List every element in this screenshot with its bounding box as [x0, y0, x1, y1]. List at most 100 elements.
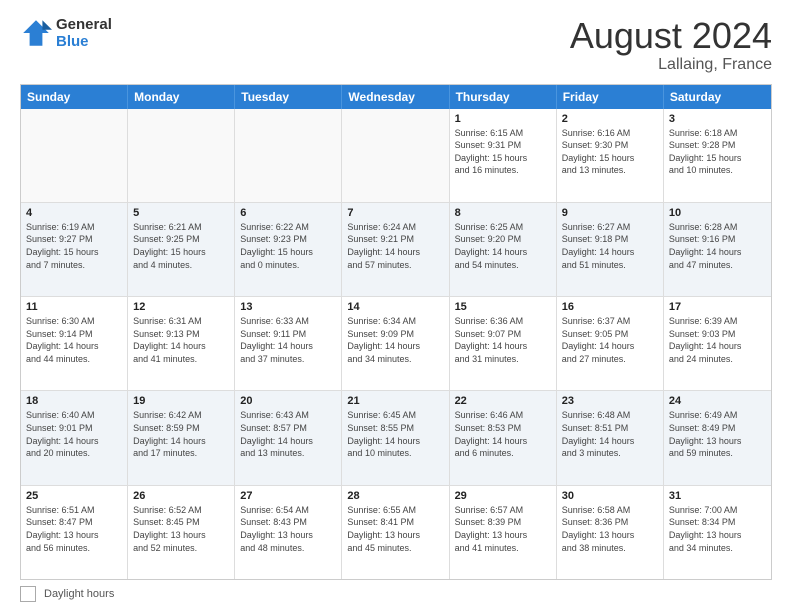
day-cell-10: 10 Sunrise: 6:28 AM Sunset: 9:16 PM Dayli…	[664, 203, 771, 296]
day-number: 26	[133, 490, 229, 502]
day-cell-1: 1Sunrise: 6:15 AM Sunset: 9:31 PM Daylig…	[450, 109, 557, 202]
day-info: Sunrise: 6:27 AM Sunset: 9:18 PM Dayligh…	[562, 221, 658, 271]
day-cell-17: 17Sunrise: 6:39 AM Sunset: 9:03 PM Dayli…	[664, 297, 771, 390]
day-number: 7	[347, 207, 443, 219]
day-info: Sunrise: 6:37 AM Sunset: 9:05 PM Dayligh…	[562, 315, 658, 365]
day-number: 9	[562, 207, 658, 219]
day-info: Sunrise: 6:19 AM Sunset: 9:27 PM Dayligh…	[26, 221, 122, 271]
day-info: Sunrise: 6:49 AM Sunset: 8:49 PM Dayligh…	[669, 409, 766, 459]
day-number: 6	[240, 207, 336, 219]
day-info: Sunrise: 6:34 AM Sunset: 9:09 PM Dayligh…	[347, 315, 443, 365]
logo-icon	[20, 17, 52, 49]
day-number: 14	[347, 301, 443, 313]
day-number: 29	[455, 490, 551, 502]
day-number: 12	[133, 301, 229, 313]
day-cell-30: 30 Sunrise: 6:58 AM Sunset: 8:36 PM Dayli…	[557, 486, 664, 579]
day-number: 13	[240, 301, 336, 313]
day-info: Sunrise: 6:58 AM Sunset: 8:36 PM Dayligh…	[562, 504, 658, 554]
calendar-body: 1Sunrise: 6:15 AM Sunset: 9:31 PM Daylig…	[21, 109, 771, 579]
day-cell-4: 4 Sunrise: 6:19 AM Sunset: 9:27 PM Daylig…	[21, 203, 128, 296]
day-number: 19	[133, 395, 229, 407]
day-cell-7: 7 Sunrise: 6:24 AM Sunset: 9:21 PM Daylig…	[342, 203, 449, 296]
logo-text: General Blue	[56, 16, 112, 50]
calendar: SundayMondayTuesdayWednesdayThursdayFrid…	[20, 84, 772, 580]
day-info: Sunrise: 6:31 AM Sunset: 9:13 PM Dayligh…	[133, 315, 229, 365]
day-cell-22: 22 Sunrise: 6:46 AM Sunset: 8:53 PM Dayli…	[450, 391, 557, 484]
calendar-header: SundayMondayTuesdayWednesdayThursdayFrid…	[21, 85, 771, 109]
day-number: 27	[240, 490, 336, 502]
day-info: Sunrise: 6:33 AM Sunset: 9:11 PM Dayligh…	[240, 315, 336, 365]
day-number: 18	[26, 395, 122, 407]
day-info: Sunrise: 6:52 AM Sunset: 8:45 PM Dayligh…	[133, 504, 229, 554]
day-number: 20	[240, 395, 336, 407]
day-number: 23	[562, 395, 658, 407]
header: General Blue August 2024 Lallaing, Franc…	[20, 16, 772, 74]
day-info: Sunrise: 6:51 AM Sunset: 8:47 PM Dayligh…	[26, 504, 122, 554]
week-row-1: 1Sunrise: 6:15 AM Sunset: 9:31 PM Daylig…	[21, 109, 771, 202]
header-day-friday: Friday	[557, 85, 664, 109]
header-day-saturday: Saturday	[664, 85, 771, 109]
day-cell-28: 28 Sunrise: 6:55 AM Sunset: 8:41 PM Dayli…	[342, 486, 449, 579]
day-info: Sunrise: 6:16 AM Sunset: 9:30 PM Dayligh…	[562, 127, 658, 177]
week-row-2: 4 Sunrise: 6:19 AM Sunset: 9:27 PM Daylig…	[21, 202, 771, 296]
title-block: August 2024 Lallaing, France	[570, 16, 772, 74]
day-info: Sunrise: 6:28 AM Sunset: 9:16 PM Dayligh…	[669, 221, 766, 271]
day-cell-2: 2 Sunrise: 6:16 AM Sunset: 9:30 PM Daylig…	[557, 109, 664, 202]
day-number: 2	[562, 113, 658, 125]
day-cell-16: 16 Sunrise: 6:37 AM Sunset: 9:05 PM Dayli…	[557, 297, 664, 390]
day-info: Sunrise: 6:25 AM Sunset: 9:20 PM Dayligh…	[455, 221, 551, 271]
day-info: Sunrise: 6:54 AM Sunset: 8:43 PM Dayligh…	[240, 504, 336, 554]
week-row-4: 18 Sunrise: 6:40 AM Sunset: 9:01 PM Dayli…	[21, 390, 771, 484]
day-number: 30	[562, 490, 658, 502]
day-number: 24	[669, 395, 766, 407]
week-row-5: 25Sunrise: 6:51 AM Sunset: 8:47 PM Dayli…	[21, 485, 771, 579]
month-year: August 2024	[570, 16, 772, 56]
day-number: 1	[455, 113, 551, 125]
day-cell-23: 23Sunrise: 6:48 AM Sunset: 8:51 PM Dayli…	[557, 391, 664, 484]
day-info: Sunrise: 6:40 AM Sunset: 9:01 PM Dayligh…	[26, 409, 122, 459]
location: Lallaing, France	[570, 56, 772, 74]
day-info: Sunrise: 6:45 AM Sunset: 8:55 PM Dayligh…	[347, 409, 443, 459]
day-info: Sunrise: 6:21 AM Sunset: 9:25 PM Dayligh…	[133, 221, 229, 271]
day-cell-27: 27 Sunrise: 6:54 AM Sunset: 8:43 PM Dayli…	[235, 486, 342, 579]
day-cell-21: 21Sunrise: 6:45 AM Sunset: 8:55 PM Dayli…	[342, 391, 449, 484]
day-cell-15: 15Sunrise: 6:36 AM Sunset: 9:07 PM Dayli…	[450, 297, 557, 390]
day-cell-19: 19 Sunrise: 6:42 AM Sunset: 8:59 PM Dayli…	[128, 391, 235, 484]
day-info: Sunrise: 6:42 AM Sunset: 8:59 PM Dayligh…	[133, 409, 229, 459]
day-number: 22	[455, 395, 551, 407]
day-number: 15	[455, 301, 551, 313]
day-cell-25: 25Sunrise: 6:51 AM Sunset: 8:47 PM Dayli…	[21, 486, 128, 579]
header-day-thursday: Thursday	[450, 85, 557, 109]
day-number: 11	[26, 301, 122, 313]
week-row-3: 11 Sunrise: 6:30 AM Sunset: 9:14 PM Dayli…	[21, 296, 771, 390]
day-info: Sunrise: 6:46 AM Sunset: 8:53 PM Dayligh…	[455, 409, 551, 459]
day-info: Sunrise: 6:39 AM Sunset: 9:03 PM Dayligh…	[669, 315, 766, 365]
day-number: 3	[669, 113, 766, 125]
day-info: Sunrise: 6:55 AM Sunset: 8:41 PM Dayligh…	[347, 504, 443, 554]
day-cell-5: 5 Sunrise: 6:21 AM Sunset: 9:25 PM Daylig…	[128, 203, 235, 296]
day-cell-24: 24 Sunrise: 6:49 AM Sunset: 8:49 PM Dayli…	[664, 391, 771, 484]
day-info: Sunrise: 6:24 AM Sunset: 9:21 PM Dayligh…	[347, 221, 443, 271]
page: General Blue August 2024 Lallaing, Franc…	[0, 0, 792, 612]
day-cell-12: 12 Sunrise: 6:31 AM Sunset: 9:13 PM Dayli…	[128, 297, 235, 390]
day-cell-3: 3 Sunrise: 6:18 AM Sunset: 9:28 PM Daylig…	[664, 109, 771, 202]
day-number: 5	[133, 207, 229, 219]
header-day-wednesday: Wednesday	[342, 85, 449, 109]
day-number: 8	[455, 207, 551, 219]
day-info: Sunrise: 6:43 AM Sunset: 8:57 PM Dayligh…	[240, 409, 336, 459]
logo: General Blue	[20, 16, 112, 50]
day-cell-18: 18 Sunrise: 6:40 AM Sunset: 9:01 PM Dayli…	[21, 391, 128, 484]
day-number: 4	[26, 207, 122, 219]
day-number: 28	[347, 490, 443, 502]
empty-cell	[21, 109, 128, 202]
day-cell-13: 13 Sunrise: 6:33 AM Sunset: 9:11 PM Dayli…	[235, 297, 342, 390]
day-number: 16	[562, 301, 658, 313]
daylight-legend-box	[20, 586, 36, 602]
day-number: 10	[669, 207, 766, 219]
day-info: Sunrise: 6:30 AM Sunset: 9:14 PM Dayligh…	[26, 315, 122, 365]
empty-cell	[128, 109, 235, 202]
day-cell-8: 8 Sunrise: 6:25 AM Sunset: 9:20 PM Daylig…	[450, 203, 557, 296]
footer: Daylight hours	[20, 586, 772, 602]
daylight-label: Daylight hours	[44, 588, 114, 600]
day-info: Sunrise: 6:18 AM Sunset: 9:28 PM Dayligh…	[669, 127, 766, 177]
